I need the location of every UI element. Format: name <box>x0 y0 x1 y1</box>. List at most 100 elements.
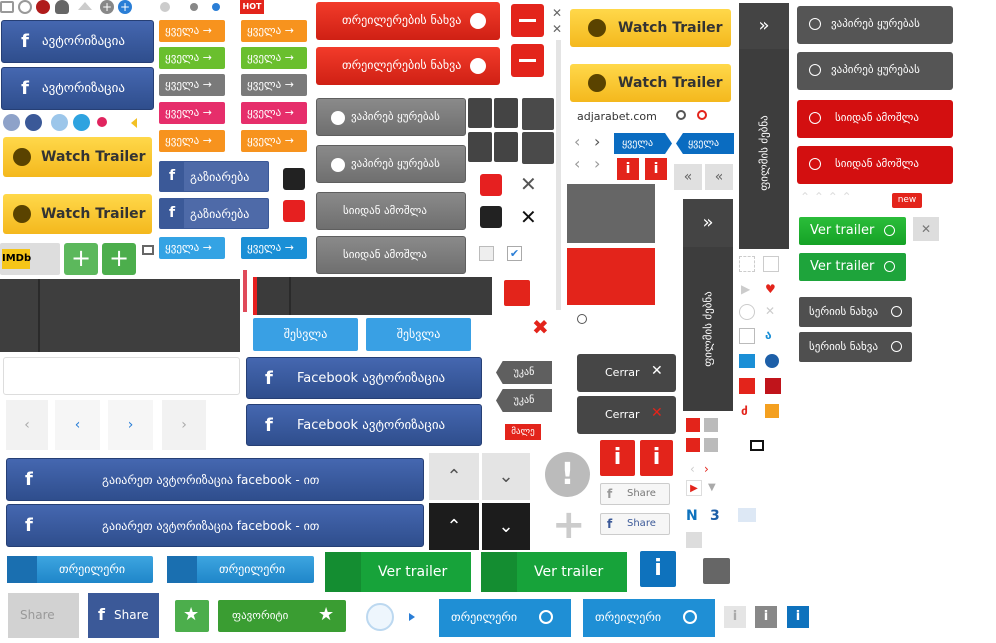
series-watch-button-2[interactable]: სერიის ნახვა <box>799 332 912 362</box>
double-left-button[interactable]: « <box>674 164 702 190</box>
monitor-icon[interactable] <box>0 1 14 13</box>
trailers-button-1[interactable]: თრეილერების ნახვა <box>316 2 500 40</box>
grid-gray-icon[interactable] <box>704 418 718 432</box>
remove-button-2[interactable]: სიიდან ამოშლა <box>316 236 466 274</box>
up-arrow-icon[interactable] <box>78 2 92 10</box>
progress-bar[interactable] <box>253 277 492 315</box>
thumbs-up-red-icon[interactable] <box>283 200 305 222</box>
tag-blue-2[interactable]: ყველა → <box>241 237 307 259</box>
back-button-1[interactable]: უკან <box>496 361 552 384</box>
share-button-disabled[interactable]: Share <box>8 593 79 638</box>
arrow-right-box-2[interactable] <box>494 132 518 162</box>
placeholder-icon[interactable] <box>739 256 755 272</box>
remove-button-4[interactable]: სიიდან ამოშლა <box>797 146 953 184</box>
tag-orange-4[interactable]: ყველა → <box>241 130 307 152</box>
watch-later-button-1[interactable]: ვაპირებ ყურებას <box>316 98 466 136</box>
minus-button-1[interactable] <box>511 4 544 37</box>
ver-trailer-button-3[interactable]: Ver trailer <box>799 217 906 245</box>
watch-trailer-button-3[interactable]: Watch Trailer <box>570 9 731 47</box>
scrollbar[interactable] <box>556 40 561 310</box>
thumbs-up-dark-icon[interactable] <box>283 168 305 190</box>
tag-blue[interactable]: ყველა → <box>159 237 225 259</box>
trailers-button-2[interactable]: თრეილერების ნახვა <box>316 47 500 85</box>
trailer-button-3[interactable]: თრეილერი <box>439 599 571 637</box>
film-search-tab-2[interactable]: » ფილმის ძებნა <box>739 3 789 249</box>
site-logo[interactable]: adjarabet.com <box>577 110 657 123</box>
calendar-icon[interactable] <box>686 532 702 548</box>
ver-trailer-button-4[interactable]: Ver trailer <box>799 253 906 281</box>
ver-trailer-button-1[interactable]: Ver trailer <box>325 552 471 592</box>
facebook-login-button-2[interactable]: f Facebook ავტორიზაცია <box>246 404 482 446</box>
channel-color-icon[interactable] <box>765 404 779 418</box>
info-red-small[interactable]: i <box>617 158 639 180</box>
info-gray-button[interactable]: i <box>755 606 777 628</box>
minus-button-2[interactable] <box>511 44 544 77</box>
tag-green[interactable]: ყველა → <box>159 47 225 69</box>
chat-icon[interactable] <box>703 558 730 584</box>
user-icon[interactable] <box>55 0 69 14</box>
dark-square-2[interactable] <box>522 132 554 164</box>
fb-login-button-1[interactable]: f ავტორიზაცია <box>1 20 154 63</box>
tag-orange-2[interactable]: ყველა → <box>241 20 307 42</box>
share-button-light[interactable]: f Share <box>600 483 670 505</box>
fb-share-button-2[interactable]: f გაზიარება <box>159 198 269 229</box>
arrow-down-button[interactable]: ⌄ <box>482 453 530 500</box>
close-button-2[interactable]: Cerrar ✕ <box>577 396 676 434</box>
tag-blue-arrow[interactable]: ყველა <box>614 133 672 154</box>
fb-share-button-1[interactable]: f გაზიარება <box>159 161 269 192</box>
trailer-button-1[interactable]: თრეილერი <box>7 556 153 583</box>
trailer-button-4[interactable]: თრეილერი <box>583 599 715 637</box>
trailer-button-2[interactable]: თრეილერი <box>167 556 314 583</box>
close-icon[interactable]: ✕ <box>520 172 537 196</box>
close-small-icon-2[interactable]: ✕ <box>552 22 562 36</box>
radio-button[interactable] <box>577 314 587 324</box>
power-icon[interactable] <box>18 0 32 14</box>
facebook-login-button-1[interactable]: f Facebook ავტორიზაცია <box>246 357 482 399</box>
red-square-button[interactable] <box>504 280 530 306</box>
channel-logo-icon[interactable] <box>738 508 756 522</box>
search-input[interactable] <box>3 357 240 395</box>
channel-number-icon[interactable]: ძ <box>741 404 748 418</box>
remove-button-3[interactable]: სიიდან ამოშლა <box>797 100 953 138</box>
arrow-up-button-dark[interactable]: ⌃ <box>429 503 479 550</box>
tag-orange[interactable]: ყველა → <box>159 20 225 42</box>
arrow-up-button[interactable]: ⌃ <box>429 453 479 500</box>
tag-blue-arrow-2[interactable]: ყველა <box>676 133 734 154</box>
tag-pink-2[interactable]: ყველა → <box>241 102 307 124</box>
fb-connect-button-1[interactable]: f გაიარეთ ავტორიზაცია facebook - ით <box>6 458 424 501</box>
close-pink-icon[interactable] <box>97 117 107 127</box>
chevron-right-red-icon[interactable]: › <box>704 462 709 476</box>
watch-later-button-2[interactable]: ვაპირებ ყურებას <box>316 145 466 183</box>
next-button[interactable]: › <box>108 400 153 450</box>
info-red-small-2[interactable]: i <box>645 158 667 180</box>
close-icon-dark[interactable]: ✕ <box>520 205 537 229</box>
tag-pink[interactable]: ყველა → <box>159 102 225 124</box>
fb-login-button-2[interactable]: f ავტორიზაცია <box>1 67 154 110</box>
watch-trailer-button-2[interactable]: Watch Trailer <box>3 194 152 234</box>
info-blue-button[interactable]: i <box>640 551 676 587</box>
prev-button[interactable]: ‹ <box>55 400 100 450</box>
watch-later-button-3[interactable]: ვაპირებ ყურებას <box>797 6 953 44</box>
chevron-left-icon-2[interactable]: ‹ <box>574 154 580 173</box>
play-gray-icon[interactable]: ▶ <box>741 282 750 296</box>
info-red-button[interactable]: i <box>600 440 635 476</box>
n-logo-icon[interactable]: N <box>686 508 702 524</box>
circle-icon[interactable] <box>739 304 755 320</box>
chevron-right-icon-2[interactable]: › <box>594 154 600 173</box>
list-gray-icon[interactable] <box>704 438 718 452</box>
three-logo-icon[interactable]: 3 <box>710 508 726 524</box>
plus-circle-icon[interactable]: + <box>100 0 114 14</box>
series-watch-button-1[interactable]: სერიის ნახვა <box>799 297 912 327</box>
power-red-icon[interactable] <box>36 0 50 14</box>
arrow-right-box[interactable] <box>468 132 492 162</box>
shuffle-icon[interactable]: ✕ <box>765 304 775 318</box>
close-red-icon[interactable]: ✖ <box>532 315 549 339</box>
channel-darkred-icon[interactable] <box>765 378 781 394</box>
remove-button-1[interactable]: სიიდან ამოშლა <box>316 192 466 230</box>
imdb-badge[interactable]: IMDb <box>0 243 60 275</box>
grid-red-icon[interactable] <box>686 418 700 432</box>
prev-button-disabled[interactable]: ‹ <box>6 400 48 450</box>
user-red-icon[interactable] <box>697 110 707 120</box>
watch-trailer-button-1[interactable]: Watch Trailer <box>3 137 152 177</box>
twitter-gray-icon[interactable] <box>51 114 68 131</box>
